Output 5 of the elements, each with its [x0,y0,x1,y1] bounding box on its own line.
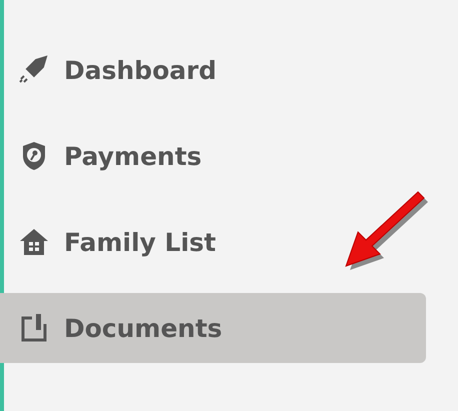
house-icon [18,226,50,258]
sidebar-item[interactable]: Dashboard [0,35,426,105]
sidebar-item[interactable]: Payments [0,121,426,191]
sidebar-item[interactable]: Documents [0,293,426,363]
sidebar-item[interactable]: Family List [0,207,426,277]
